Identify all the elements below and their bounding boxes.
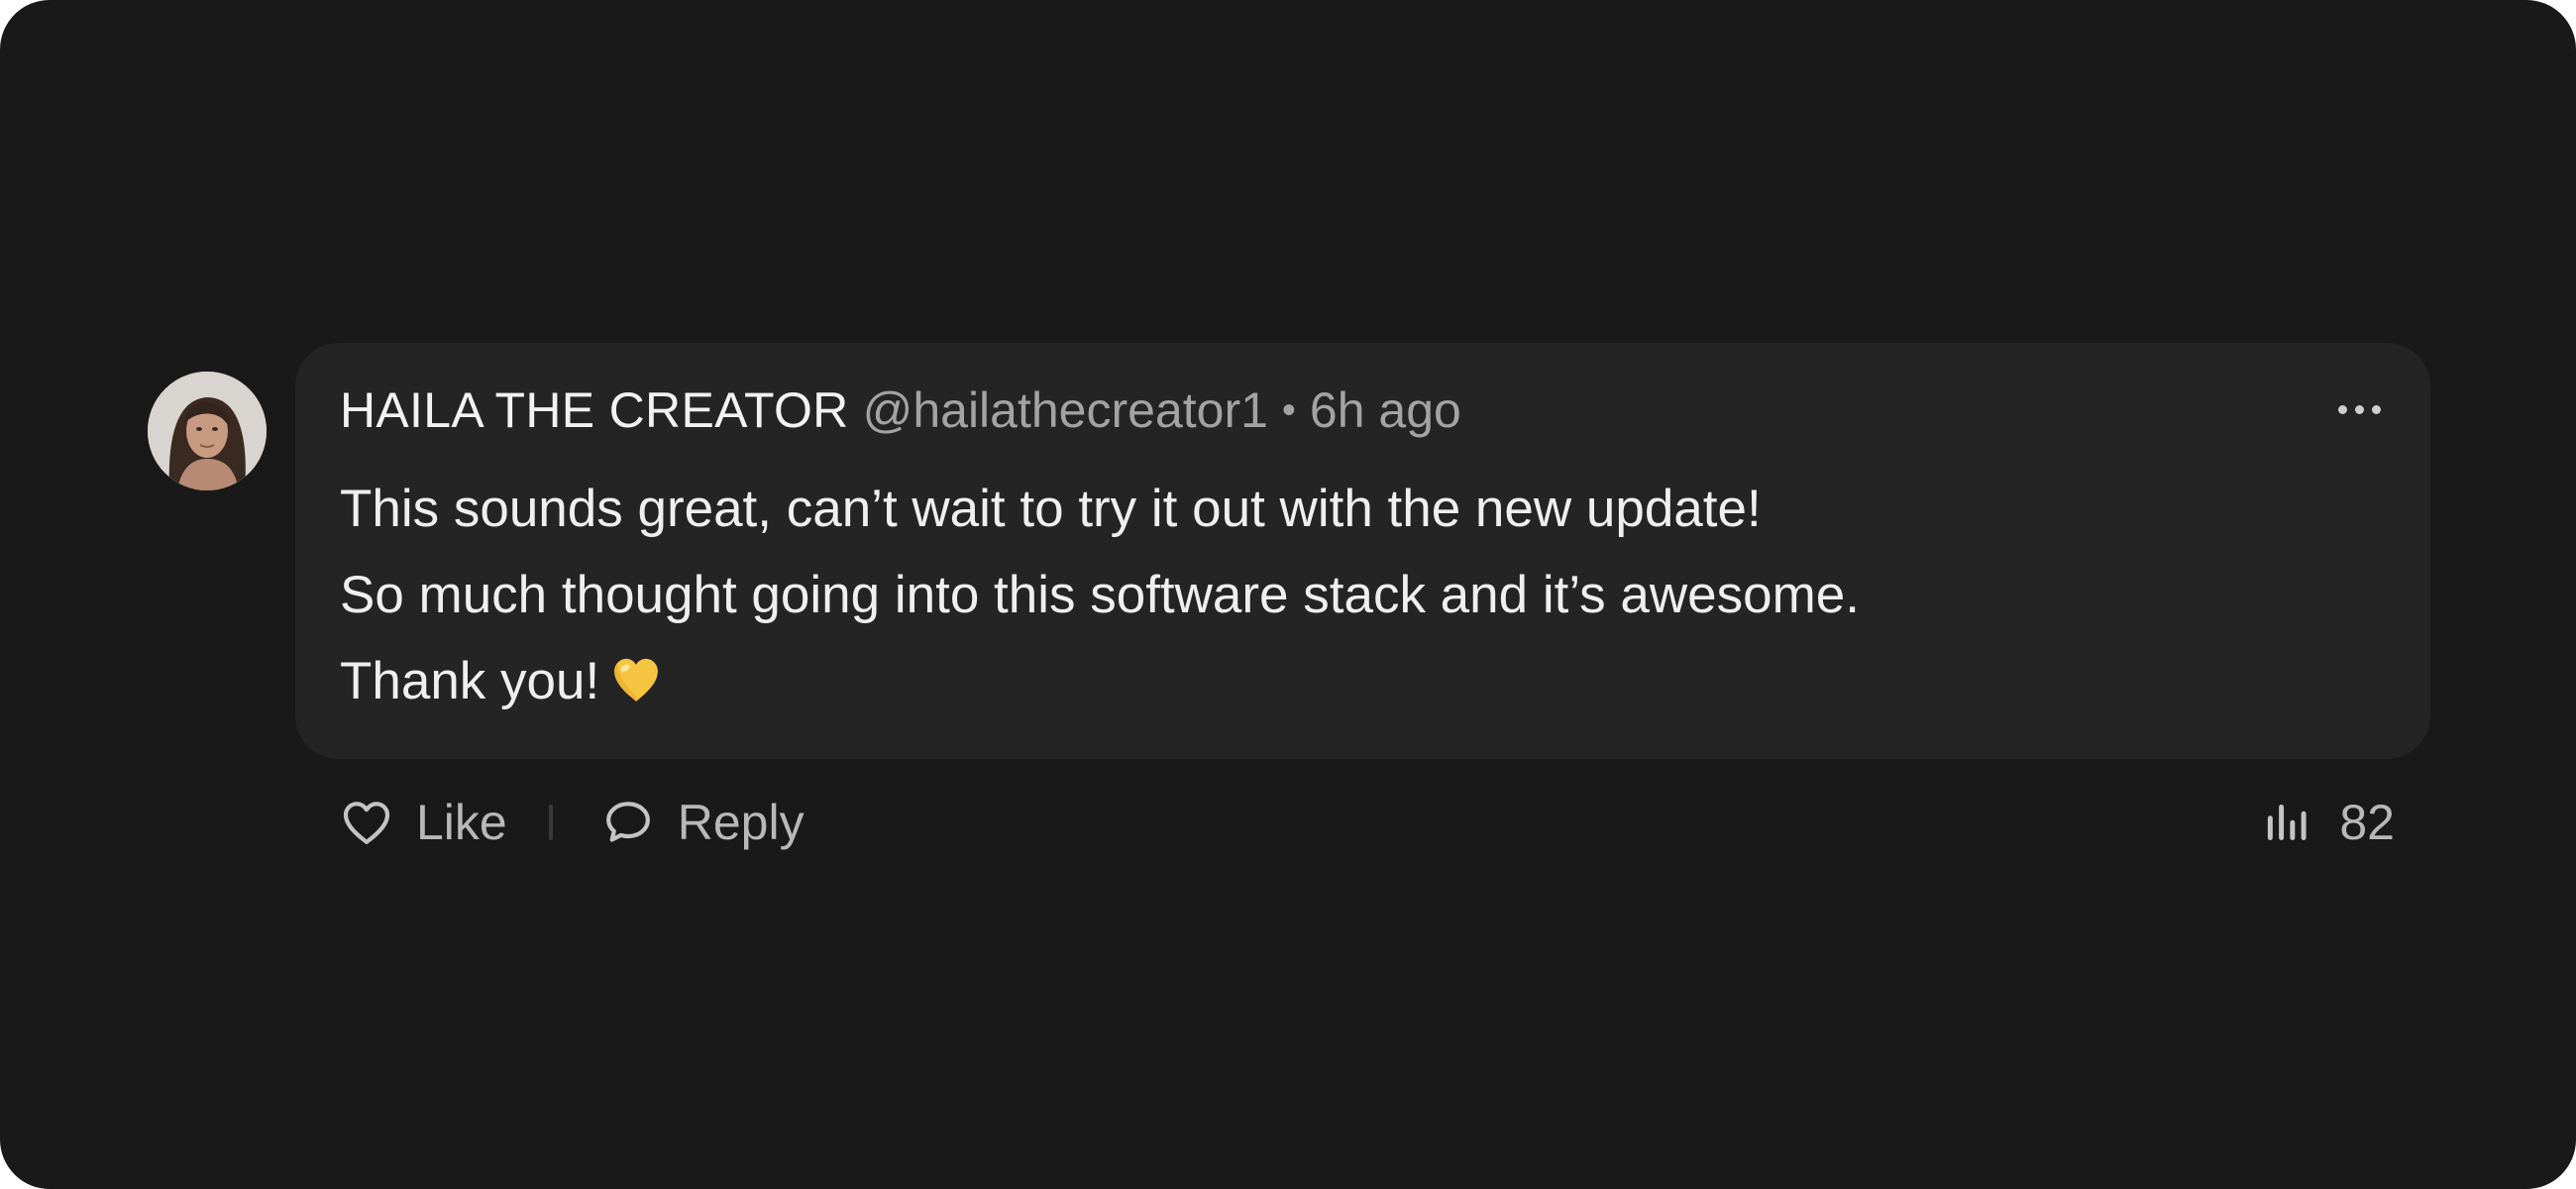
- comment-header: HAILA THE CREATOR @hailathecreator1 • 6h…: [340, 380, 1461, 440]
- more-dots-icon: [2337, 404, 2347, 414]
- more-dots-icon-3: [2371, 404, 2381, 414]
- avatar-image: [148, 372, 267, 490]
- reply-label: Reply: [677, 795, 805, 850]
- comment-body: This sounds great, can’t wait to try it …: [340, 466, 1860, 724]
- comment-line-3: Thank you!: [340, 652, 600, 710]
- author-name[interactable]: HAILA THE CREATOR: [340, 380, 849, 440]
- reply-button[interactable]: Reply: [600, 794, 805, 851]
- view-count: 82: [2339, 795, 2395, 850]
- view-stats[interactable]: 82: [2260, 788, 2395, 857]
- avatar[interactable]: [148, 372, 267, 490]
- timestamp: 6h ago: [1309, 382, 1461, 438]
- comment-line-3-wrap: Thank you!: [340, 638, 1860, 724]
- comment-actions: Like Reply: [339, 788, 805, 857]
- heart-outline-icon: [343, 802, 390, 844]
- more-options-button[interactable]: [2329, 384, 2389, 434]
- speech-bubble-icon: [605, 802, 650, 842]
- comment-bubble: HAILA THE CREATOR @hailathecreator1 • 6h…: [295, 343, 2430, 759]
- like-label: Like: [416, 795, 507, 850]
- bar-chart-icon: [2268, 805, 2307, 840]
- meta-separator: •: [1281, 388, 1296, 432]
- more-dots-icon-2: [2354, 404, 2364, 414]
- author-handle[interactable]: @hailathecreator1: [863, 380, 1268, 440]
- comment-card: HAILA THE CREATOR @hailathecreator1 • 6h…: [0, 0, 2576, 1189]
- comment-line-2: So much thought going into this software…: [340, 566, 1860, 624]
- action-divider: [548, 805, 553, 840]
- yellow-heart-icon: [614, 658, 659, 702]
- comment-line-1: This sounds great, can’t wait to try it …: [340, 480, 1762, 538]
- like-button[interactable]: Like: [339, 794, 507, 851]
